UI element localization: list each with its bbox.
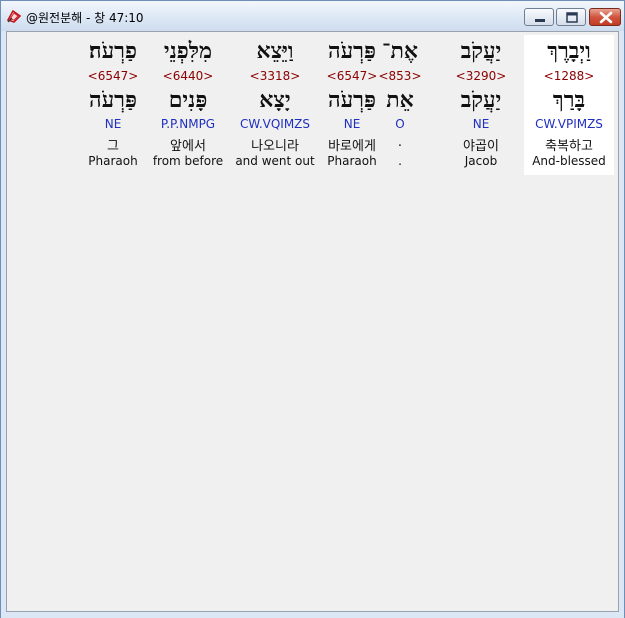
maximize-icon (566, 12, 578, 23)
morphology-code: CW.VPIMZS (535, 117, 603, 131)
english-gloss: and went out (235, 154, 315, 168)
word-column[interactable]: וַיֵּצֵא <3318> יָצָא CW.VQIMZS 나오니라 and went… (227, 35, 323, 175)
word-column[interactable]: יַעֲקֹב <3290> יַעֲקֹב NE 야곱이 Jacob (437, 35, 525, 175)
korean-gloss: 나오니라 (251, 139, 299, 154)
original-word: פַרְעֹה׃ (89, 38, 137, 64)
korean-gloss: 야곱이 (463, 139, 499, 154)
word-column[interactable]: וַיְבָרֶךְ <1288> בָּרַךְ CW.VPIMZS 축복하고 And-… (524, 35, 614, 175)
root-word: פַּרְעֹה (89, 87, 137, 113)
strong-number: <6547> (87, 69, 139, 83)
analysis-panel: וַיְבָרֶךְ <1288> בָּרַךְ CW.VPIMZS 축복하고 And-… (6, 31, 619, 612)
window-title: @원전분해 - 창 47:10 (26, 11, 144, 25)
morphology-code: CW.VQIMZS (239, 117, 311, 131)
english-gloss: Jacob (464, 154, 498, 168)
app-icon (6, 9, 22, 23)
minimize-button[interactable] (524, 8, 554, 26)
korean-gloss: 앞에서 (170, 139, 206, 154)
korean-gloss: 축복하고 (545, 139, 593, 154)
main-window: @원전분해 - 창 47:10 וַיְבָרֶךְ <1288> בָּרַךְ C… (0, 0, 625, 618)
root-word: פָּנִים (168, 87, 208, 113)
korean-gloss: 그 (107, 139, 119, 154)
strong-number: <6440> (162, 69, 214, 83)
minimize-icon (535, 19, 545, 22)
maximize-button[interactable] (556, 8, 586, 26)
original-word: וַיֵּצֵא (256, 38, 294, 64)
morphology-code: NE (104, 117, 122, 131)
morphology-code: P.P.NMPG (160, 117, 216, 131)
strong-number: <3318> (249, 69, 301, 83)
english-gloss: from before (152, 154, 224, 168)
english-gloss: And-blessed (532, 154, 606, 168)
word-column[interactable]: מִלִּפְנֵי <6440> פָּנִים P.P.NMPG 앞에서 from b… (150, 35, 226, 175)
root-word: בָּרַךְ (552, 87, 586, 113)
title-bar[interactable]: @원전분해 - 창 47:10 (1, 1, 624, 31)
original-word: יַעֲקֹב (460, 38, 502, 64)
root-word: יָצָא (259, 87, 291, 113)
close-button[interactable] (589, 8, 621, 26)
word-column[interactable]: פַרְעֹה׃ <6547> פַּרְעֹה NE 그 Pharaoh (68, 35, 158, 175)
window-bottom-border (1, 612, 624, 618)
english-gloss: Pharaoh (88, 154, 138, 168)
original-word: מִלִּפְנֵי (163, 38, 213, 64)
close-icon (599, 11, 613, 24)
morphology-code: NE (472, 117, 490, 131)
strong-number: <1288> (543, 69, 595, 83)
strong-number: <3290> (455, 69, 507, 83)
original-word: וַיְבָרֶךְ (547, 38, 591, 64)
root-word: יַעֲקֹב (460, 87, 502, 113)
